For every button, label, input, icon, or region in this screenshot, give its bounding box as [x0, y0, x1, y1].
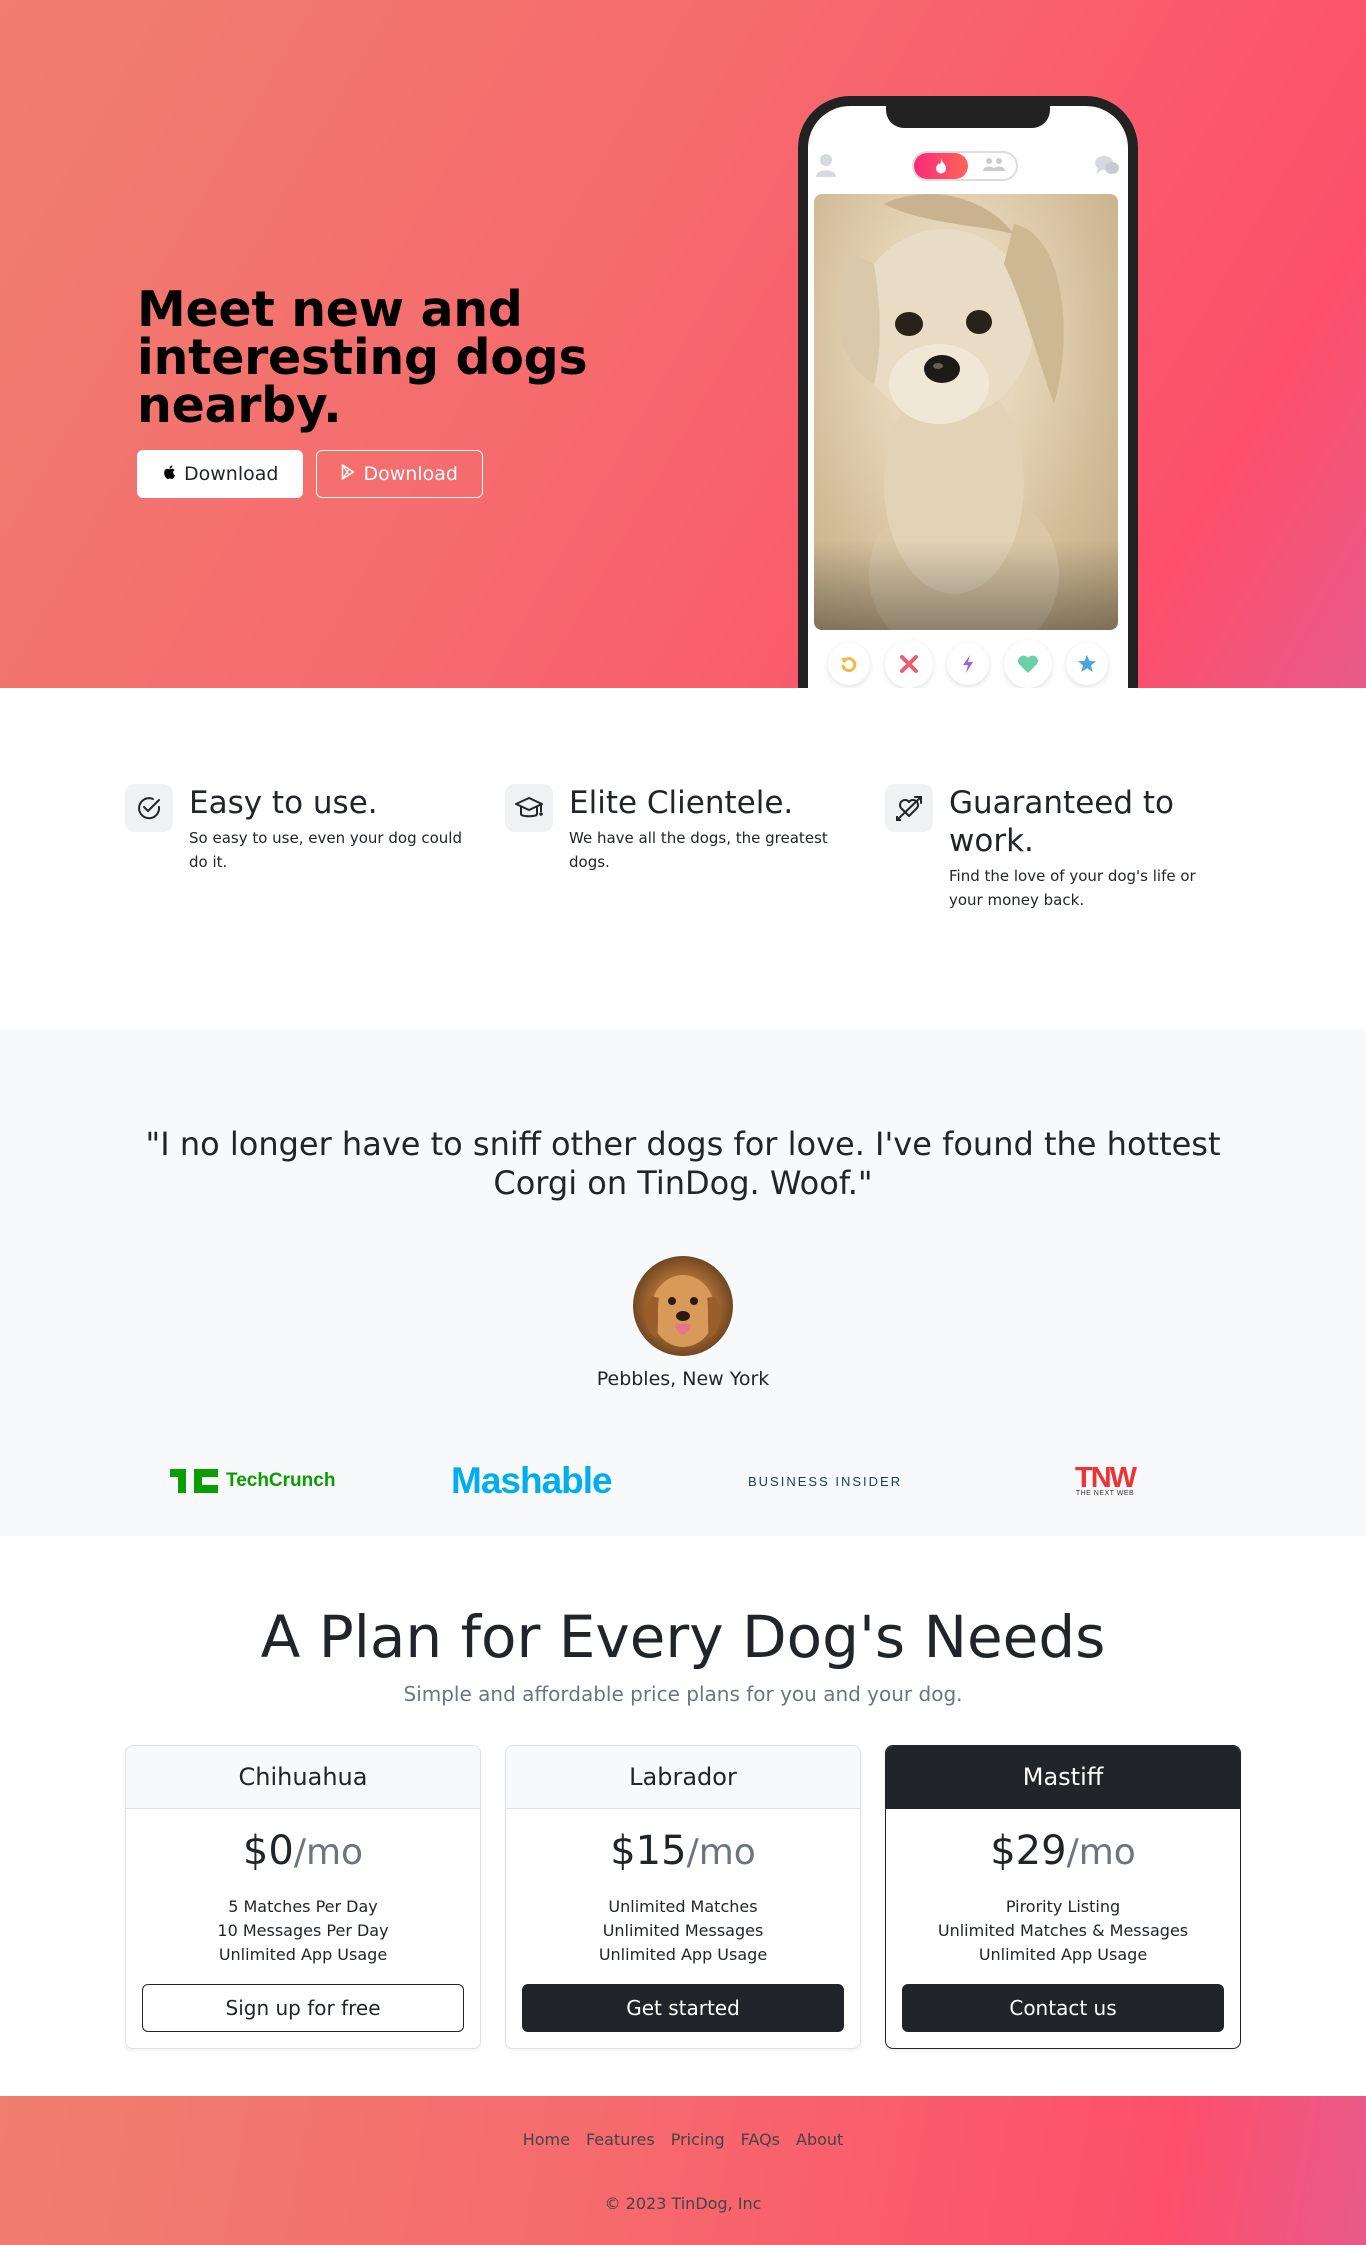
features-section: Easy to use. So easy to use, even your d… [0, 688, 1366, 1030]
feature-body: Guaranteed to work. Find the love of you… [949, 784, 1225, 912]
plan-feature: Pirority Listing [1005, 1897, 1121, 1916]
plan-card-labrador: Labrador $15/mo Unlimited Matches Unlimi… [505, 1745, 861, 2049]
plan-name: Labrador [506, 1746, 860, 1809]
apple-icon [162, 463, 176, 485]
copyright: © 2023 TinDog, Inc [604, 2194, 762, 2213]
google-play-icon [341, 463, 355, 485]
check-circle-icon [125, 784, 173, 832]
techcrunch-logo: TechCrunch [170, 1456, 335, 1506]
plan-feature: Unlimited Matches [608, 1897, 758, 1916]
user-icon [816, 153, 836, 177]
footer-nav: Home Features Pricing FAQs About [0, 2130, 1366, 2149]
phone-notch [886, 106, 1050, 128]
feature-title: Easy to use. [189, 785, 378, 821]
testimonial-author: Pebbles, New York [596, 1368, 770, 1390]
pricing-section: A Plan for Every Dog's Needs Simple and … [0, 1536, 1366, 2096]
footer: Home Features Pricing FAQs About © 2023 … [0, 2096, 1366, 2245]
boost-icon [947, 643, 989, 685]
feature-title: Elite Clientele. [569, 785, 794, 821]
plan-features: Unlimited Matches Unlimited Messages Unl… [506, 1895, 860, 1967]
phone-screen [808, 106, 1128, 688]
footer-link-pricing[interactable]: Pricing [671, 2130, 725, 2149]
graduation-cap-icon [505, 784, 553, 832]
plan-price: $29/mo [990, 1828, 1136, 1874]
tnw-logo: TNW THE NEXT WEB [1075, 1461, 1137, 1497]
plan-features: Pirority Listing Unlimited Matches & Mes… [886, 1895, 1240, 1967]
footer-link-about[interactable]: About [796, 2130, 843, 2149]
footer-link-faqs[interactable]: FAQs [741, 2130, 780, 2149]
heart-arrow-icon [885, 784, 933, 832]
match-toggle [912, 151, 1018, 181]
nope-icon [884, 640, 933, 688]
feature-description: So easy to use, even your dog could do i… [189, 829, 462, 871]
phone-app-header [808, 151, 1128, 181]
rewind-icon [828, 643, 870, 685]
plan-feature: 10 Messages Per Day [217, 1921, 389, 1940]
testimonial-quote: "I no longer have to sniff other dogs fo… [145, 1125, 1221, 1202]
dog-photo-gradient [814, 540, 1118, 630]
hero-section: Meet new and interesting dogs nearby. Do… [0, 0, 1366, 688]
dog-photo [814, 194, 1118, 630]
pricing-title: A Plan for Every Dog's Needs [260, 1603, 1106, 1671]
hero-buttons: Download Download [137, 450, 607, 498]
feature-body: Easy to use. So easy to use, even your d… [189, 784, 465, 874]
footer-link-features[interactable]: Features [586, 2130, 655, 2149]
download-google-play-button[interactable]: Download [316, 450, 483, 498]
plan-feature: Unlimited App Usage [978, 1945, 1148, 1964]
plan-feature: Unlimited App Usage [598, 1945, 768, 1964]
plan-name: Chihuahua [126, 1746, 480, 1809]
group-icon [982, 157, 1006, 175]
super-like-icon [1066, 643, 1108, 685]
plan-feature: Unlimited Messages [602, 1921, 764, 1940]
feature-title: Guaranteed to work. [949, 785, 1175, 859]
get-started-button[interactable]: Get started [522, 1984, 844, 2032]
plan-features: 5 Matches Per Day 10 Messages Per Day Un… [126, 1895, 480, 1967]
plan-name: Mastiff [886, 1746, 1240, 1809]
plan-feature: Unlimited App Usage [218, 1945, 388, 1964]
download-apple-label: Download [184, 463, 279, 485]
chat-icon [1094, 153, 1120, 177]
sign-up-free-button[interactable]: Sign up for free [142, 1984, 464, 2032]
testimonial-section: "I no longer have to sniff other dogs fo… [0, 1030, 1366, 1536]
like-icon [1003, 640, 1052, 688]
feature-body: Elite Clientele. We have all the dogs, t… [569, 784, 845, 874]
swipe-actions [818, 640, 1118, 688]
feature-description: Find the love of your dog's life or your… [949, 867, 1196, 909]
download-apple-button[interactable]: Download [137, 450, 304, 498]
pricing-subtitle: Simple and affordable price plans for yo… [403, 1682, 963, 1706]
contact-us-button[interactable]: Contact us [902, 1984, 1224, 2032]
press-logos: TechCrunch Mashable BUSINESS INSIDER TNW… [0, 1456, 1366, 1506]
plan-price: $0/mo [242, 1828, 364, 1874]
avatar [633, 1256, 733, 1356]
phone-mockup [798, 96, 1138, 688]
plan-price: $15/mo [610, 1828, 756, 1874]
footer-link-home[interactable]: Home [523, 2130, 570, 2149]
plan-card-chihuahua: Chihuahua $0/mo 5 Matches Per Day 10 Mes… [125, 1745, 481, 2049]
mashable-logo: Mashable [451, 1460, 613, 1501]
plan-card-mastiff: Mastiff $29/mo Pirority Listing Unlimite… [885, 1745, 1241, 2049]
hero-title: Meet new and interesting dogs nearby. [137, 281, 588, 434]
business-insider-logo: BUSINESS INSIDER [748, 1473, 903, 1489]
download-google-play-label: Download [363, 463, 458, 485]
plan-feature: 5 Matches Per Day [228, 1897, 378, 1916]
feature-description: We have all the dogs, the greatest dogs. [569, 829, 828, 871]
flame-icon [914, 153, 968, 179]
plan-feature: Unlimited Matches & Messages [937, 1921, 1189, 1940]
hero-text: Meet new and interesting dogs nearby. Do… [137, 281, 607, 498]
